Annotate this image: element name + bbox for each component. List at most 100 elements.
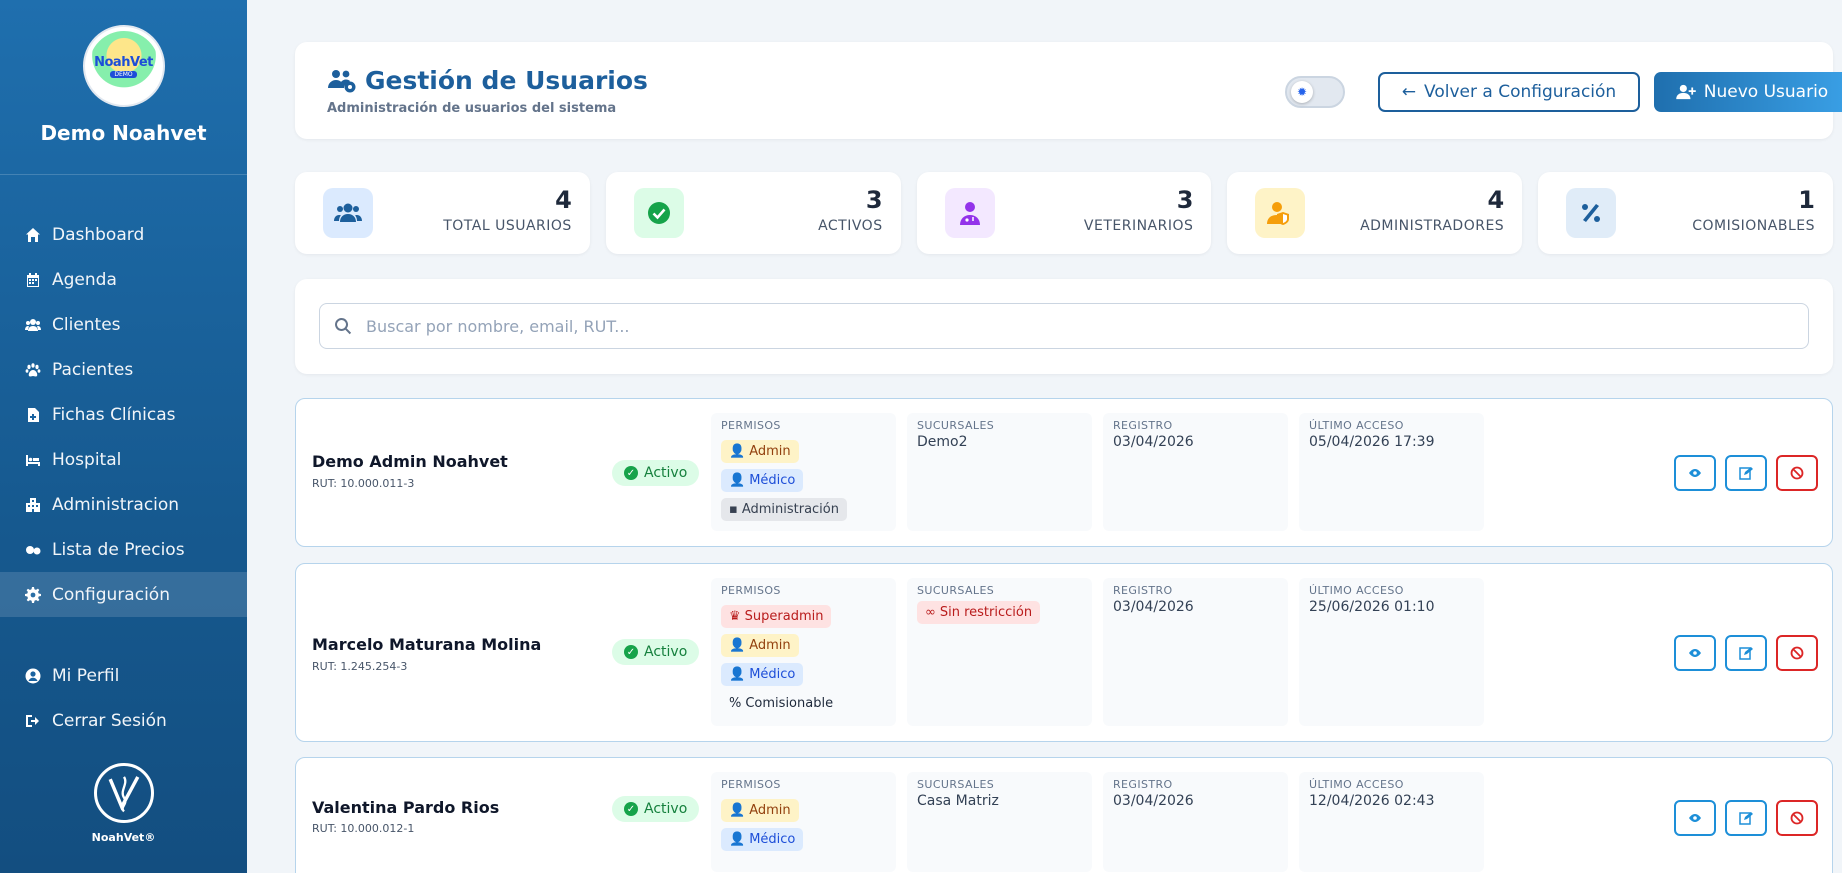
- sidebar-item-fichas-clinicas[interactable]: Fichas Clínicas: [0, 392, 247, 437]
- sucursales-label: SUCURSALES: [917, 419, 995, 432]
- registro-value: 03/04/2026: [1113, 434, 1194, 450]
- back-to-config-button[interactable]: ← Volver a Configuración: [1378, 72, 1640, 112]
- ultimo-acceso-col: ÚLTIMO ACCESO 05/04/2026 17:39: [1299, 413, 1484, 531]
- ban-icon: [1790, 466, 1804, 480]
- chip-admin: 👤 Admin: [721, 799, 799, 822]
- pills-icon: [24, 541, 42, 559]
- sidebar-item-label: Administracion: [52, 494, 180, 515]
- sucursales-value: Demo2: [917, 434, 968, 450]
- stat-value: 1: [1798, 186, 1815, 214]
- sidebar-item-hospital[interactable]: Hospital: [0, 437, 247, 482]
- chip-label: Admin: [749, 803, 791, 818]
- deactivate-button[interactable]: [1776, 800, 1818, 836]
- check-icon: ✓: [624, 802, 638, 816]
- sidebar-item-dashboard[interactable]: Dashboard: [0, 212, 247, 257]
- chip-label: Médico: [749, 832, 796, 847]
- sidebar-bottom-nav: Mi Perfil Cerrar Sesión: [0, 653, 247, 743]
- sucursales-col: SUCURSALES Casa Matriz: [907, 772, 1092, 872]
- stat-label: TOTAL USUARIOS: [443, 218, 572, 234]
- stat-value: 3: [1176, 186, 1194, 214]
- search-input[interactable]: [366, 316, 1766, 336]
- row-actions: [1674, 800, 1818, 836]
- stat-value: 3: [865, 186, 883, 214]
- crown-icon: ♛: [729, 609, 741, 624]
- registro-col: REGISTRO 03/04/2026: [1103, 413, 1288, 531]
- chip-superadmin: ♛ Superadmin: [721, 605, 832, 628]
- permisos-list: 👤 Admin 👤 Médico: [721, 793, 886, 851]
- hospital-bed-icon: [24, 451, 42, 469]
- building-icon: [24, 496, 42, 514]
- search-icon: [335, 318, 352, 335]
- sidebar-item-cerrar-sesion[interactable]: Cerrar Sesión: [0, 698, 247, 743]
- user-cog-icon: 👤: [729, 444, 746, 459]
- sucursales-col: SUCURSALES ∞ Sin restricción: [907, 578, 1092, 726]
- stat-value: 4: [555, 186, 572, 214]
- ultimo-acceso-label: ÚLTIMO ACCESO: [1309, 778, 1404, 791]
- permisos-list: 👤 Admin 👤 Médico ▪ Administración: [721, 434, 886, 521]
- briefcase-icon: ▪: [729, 502, 738, 517]
- theme-toggle[interactable]: ✹: [1285, 76, 1345, 108]
- sidebar-item-lista-precios[interactable]: Lista de Precios: [0, 527, 247, 572]
- deactivate-button[interactable]: [1776, 455, 1818, 491]
- user-cog-icon: 👤: [729, 638, 746, 653]
- infinity-icon: ∞: [925, 605, 936, 620]
- sidebar-item-mi-perfil[interactable]: Mi Perfil: [0, 653, 247, 698]
- new-user-label: Nuevo Usuario: [1703, 82, 1829, 102]
- user-rut: RUT: 10.000.011-3: [312, 477, 415, 490]
- edit-button[interactable]: [1725, 800, 1767, 836]
- ultimo-acceso-col: ÚLTIMO ACCESO 12/04/2026 02:43: [1299, 772, 1484, 872]
- sidebar-item-label: Lista de Precios: [52, 539, 185, 560]
- chip-label: Sin restricción: [939, 605, 1033, 620]
- ultimo-acceso-label: ÚLTIMO ACCESO: [1309, 419, 1404, 432]
- check-icon: ✓: [624, 466, 638, 480]
- ultimo-acceso-value: 05/04/2026 17:39: [1309, 434, 1435, 450]
- user-rut: RUT: 1.245.254-3: [312, 660, 408, 673]
- user-cog-icon: 👤: [729, 803, 746, 818]
- stat-label: COMISIONABLES: [1692, 218, 1815, 234]
- users-icon: [323, 188, 373, 238]
- permisos-label: PERMISOS: [721, 584, 781, 597]
- stat-label: ACTIVOS: [818, 218, 883, 234]
- new-user-button[interactable]: Nuevo Usuario: [1654, 72, 1842, 112]
- sidebar-item-label: Configuración: [52, 584, 170, 605]
- sidebar-item-pacientes[interactable]: Pacientes: [0, 347, 247, 392]
- sidebar-item-label: Cerrar Sesión: [52, 710, 167, 731]
- edit-button[interactable]: [1725, 635, 1767, 671]
- permisos-col: PERMISOS 👤 Admin 👤 Médico ▪ Administración: [711, 413, 896, 531]
- chip-comisionable: % Comisionable: [721, 692, 841, 715]
- home-icon: [24, 226, 42, 244]
- sidebar-item-clientes[interactable]: Clientes: [0, 302, 247, 347]
- gear-icon: [24, 586, 42, 604]
- percent-icon: [1566, 188, 1617, 238]
- view-button[interactable]: [1674, 635, 1716, 671]
- registro-label: REGISTRO: [1113, 584, 1173, 597]
- brand-logo[interactable]: NoahVet DEMO: [82, 25, 165, 107]
- sidebar-item-label: Dashboard: [52, 224, 145, 245]
- sidebar-item-label: Hospital: [52, 449, 122, 470]
- ban-icon: [1790, 646, 1804, 660]
- sidebar-item-configuracion[interactable]: Configuración: [0, 572, 247, 617]
- sidebar-item-administracion[interactable]: Administracion: [0, 482, 247, 527]
- sidebar-item-label: Mi Perfil: [52, 665, 120, 686]
- sidebar-item-agenda[interactable]: Agenda: [0, 257, 247, 302]
- stat-total-usuarios: 4 TOTAL USUARIOS: [295, 172, 590, 254]
- permisos-col: PERMISOS ♛ Superadmin 👤 Admin 👤 Médico % Com…: [711, 578, 896, 726]
- chip-label: Comisionable: [745, 696, 834, 711]
- chip-label: Admin: [749, 638, 791, 653]
- file-medical-icon: [24, 406, 42, 424]
- footer-logo-label: NoahVet®: [91, 831, 156, 844]
- user-row: Valentina Pardo Rios RUT: 10.000.012-1 ✓…: [295, 757, 1833, 873]
- view-button[interactable]: [1674, 800, 1716, 836]
- row-actions: [1674, 455, 1818, 491]
- permisos-col: PERMISOS 👤 Admin 👤 Médico: [711, 772, 896, 872]
- user-circle-icon: [24, 667, 42, 685]
- logo-sub: DEMO: [110, 70, 137, 78]
- logo-text: NoahVet: [94, 54, 153, 70]
- stat-administradores: 4 ADMINISTRADORES: [1227, 172, 1523, 254]
- deactivate-button[interactable]: [1776, 635, 1818, 671]
- page-title: Gestión de Usuarios: [365, 66, 648, 95]
- view-button[interactable]: [1674, 455, 1716, 491]
- chip-label: Admin: [749, 444, 791, 459]
- edit-button[interactable]: [1725, 455, 1767, 491]
- title-row: Gestión de Usuarios: [327, 66, 648, 95]
